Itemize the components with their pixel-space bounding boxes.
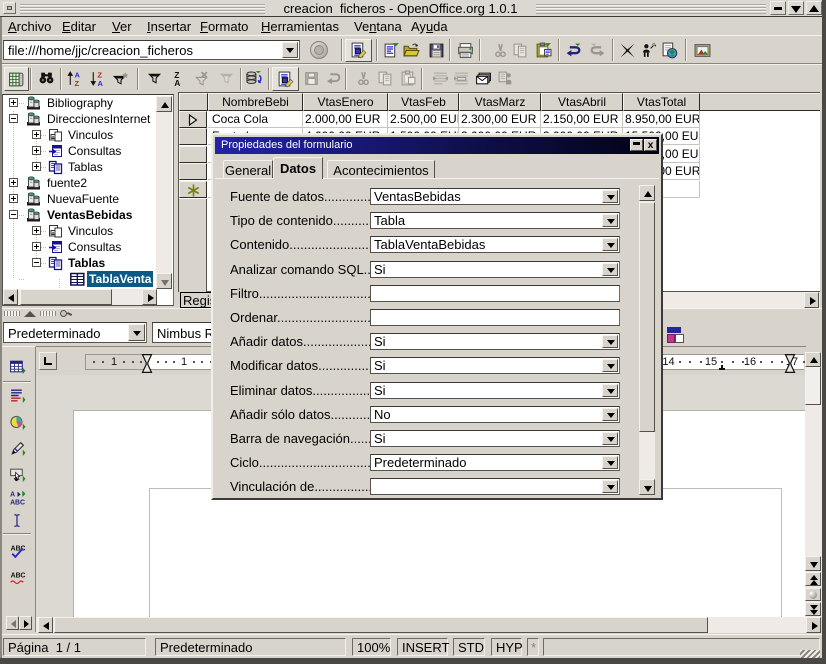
svg-text:Z: Z [75,79,80,87]
svg-text:A: A [10,491,15,498]
svg-text:A: A [174,78,180,87]
svg-text:ABC: ABC [10,499,25,506]
svg-text:ABC: ABC [11,573,26,580]
svg-text:A: A [98,79,104,87]
